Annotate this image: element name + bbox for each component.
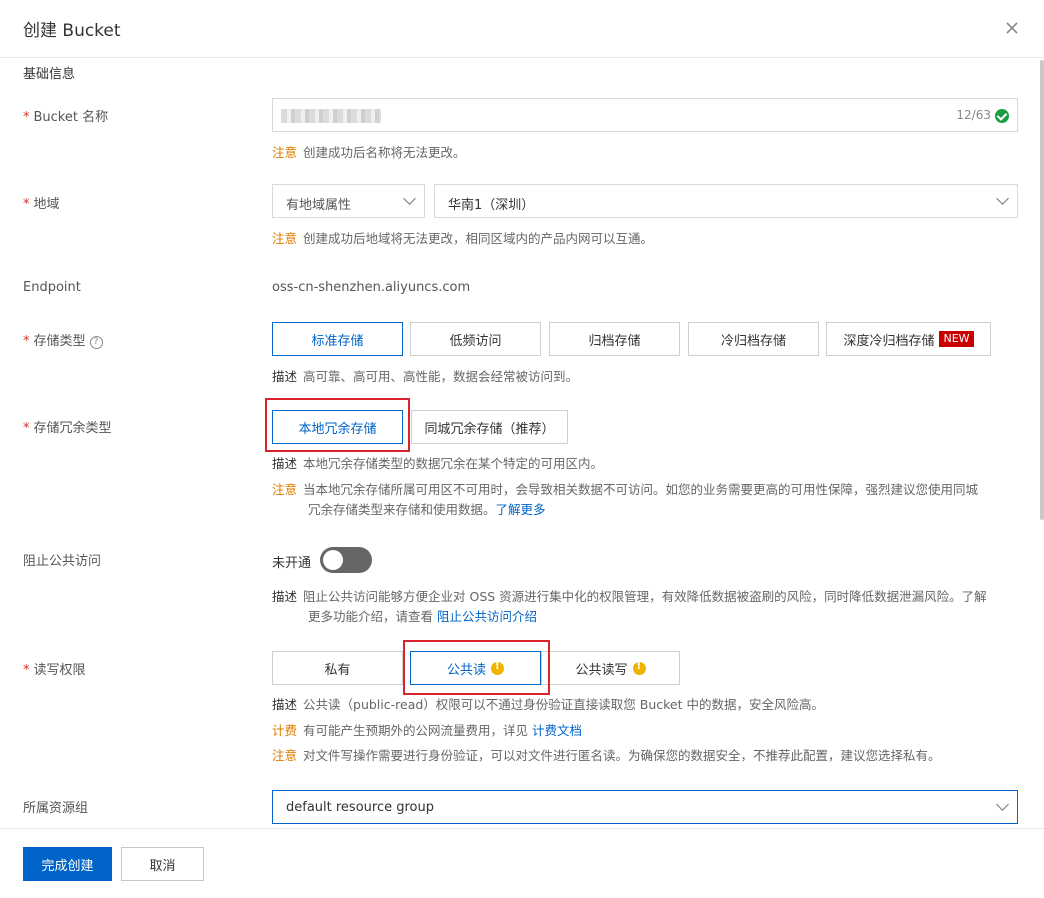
confirm-create-button[interactable]: 完成创建: [23, 847, 112, 881]
storage-option-deep-cold-archive[interactable]: 深度冷归档存储 NEW: [826, 322, 991, 356]
storage-class-desc: 描述 高可靠、高可用、高性能，数据会经常被访问到。: [272, 369, 579, 384]
highlight-box: [265, 398, 410, 452]
bucket-name-label: * Bucket 名称: [23, 110, 109, 125]
char-counter: 12/63: [956, 108, 991, 122]
section-title-basic-info: 基础信息: [23, 67, 76, 82]
block-public-intro-link[interactable]: 阻止公共访问介绍: [437, 609, 537, 624]
resource-group-label: 所属资源组: [23, 801, 89, 816]
acl-option-public-read-write[interactable]: 公共读写: [541, 651, 680, 685]
chevron-down-icon: [403, 192, 416, 205]
cancel-button[interactable]: 取消: [121, 847, 204, 881]
storage-class-options: 标准存储 低频访问 归档存储 冷归档存储 深度冷归档存储 NEW: [272, 322, 1002, 356]
region-label: * 地域: [23, 197, 60, 212]
bucket-name-input[interactable]: 12/63: [272, 98, 1018, 132]
block-public-access-toggle[interactable]: [320, 547, 372, 573]
redundancy-desc: 描述 本地冗余存储类型的数据冗余在某个特定的可用区内。: [272, 456, 604, 471]
close-icon[interactable]: [1002, 18, 1022, 38]
toggle-knob: [323, 550, 343, 570]
block-public-desc: 描述 阻止公共访问能够方便企业对 OSS 资源进行集中化的权限管理，有效降低数据被…: [272, 589, 987, 624]
storage-class-label: * 存储类型?: [23, 330, 103, 349]
create-bucket-dialog: 创建 Bucket 基础信息 * Bucket 名称 12/63 注意 创建成功后名…: [0, 0, 1044, 898]
acl-desc: 描述 公共读（public-read）权限可以不通过身份验证直接读取您 Bucke…: [272, 697, 824, 712]
endpoint-value: oss-cn-shenzhen.aliyuncs.com: [272, 280, 471, 295]
bucket-name-hint: 注意 创建成功后名称将无法更改。: [272, 145, 466, 160]
warning-icon: [632, 661, 646, 675]
acl-warning: 注意 对文件写操作需要进行身份验证，可以对文件进行匿名读。为确保您的数据安全，不推…: [272, 748, 941, 763]
dialog-title: 创建 Bucket: [23, 21, 121, 41]
new-badge: NEW: [939, 331, 974, 347]
question-circle-icon[interactable]: ?: [89, 336, 103, 349]
chevron-down-icon: [996, 192, 1009, 205]
storage-option-archive[interactable]: 归档存储: [549, 322, 680, 356]
acl-fee: 计费 有可能产生预期外的公网流量费用，详见 计费文档: [272, 723, 583, 738]
blurred-bucket-name: [281, 109, 381, 123]
billing-doc-link[interactable]: 计费文档: [532, 723, 582, 738]
storage-option-ia[interactable]: 低频访问: [410, 322, 541, 356]
highlight-box: [403, 640, 550, 695]
redundancy-label: * 存储冗余类型: [23, 421, 112, 436]
region-attribute-select[interactable]: 有地域属性: [272, 184, 425, 218]
valid-check-icon: [995, 109, 1009, 123]
acl-option-private[interactable]: 私有: [272, 651, 403, 685]
dialog-footer: 完成创建 取消: [0, 828, 1044, 898]
block-public-access-label: 阻止公共访问: [23, 554, 102, 569]
scrollbar[interactable]: [1040, 60, 1044, 520]
endpoint-label: Endpoint: [23, 280, 81, 295]
required-mark: *: [23, 110, 30, 125]
acl-label: * 读写权限: [23, 663, 86, 678]
storage-option-standard[interactable]: 标准存储: [272, 322, 403, 356]
block-public-status: 未开通: [272, 556, 312, 571]
region-hint: 注意 创建成功后地域将无法更改，相同区域内的产品内网可以互通。: [272, 231, 654, 246]
learn-more-link[interactable]: 了解更多: [496, 502, 546, 517]
dialog-body: 基础信息 * Bucket 名称 12/63 注意 创建成功后名称将无法更改。 * 地…: [0, 59, 1044, 827]
chevron-down-icon: [996, 798, 1009, 811]
redundancy-warning: 注意 当本地冗余存储所属可用区不可用时，会导致相关数据不可访问。如您的业务需要更高…: [272, 482, 979, 517]
region-select[interactable]: 华南1（深圳）: [434, 184, 1018, 218]
storage-option-cold-archive[interactable]: 冷归档存储: [688, 322, 819, 356]
redundancy-option-zrs[interactable]: 同城冗余存储（推荐）: [411, 410, 568, 444]
resource-group-select[interactable]: default resource group: [272, 790, 1018, 824]
dialog-header: 创建 Bucket: [0, 0, 1044, 58]
